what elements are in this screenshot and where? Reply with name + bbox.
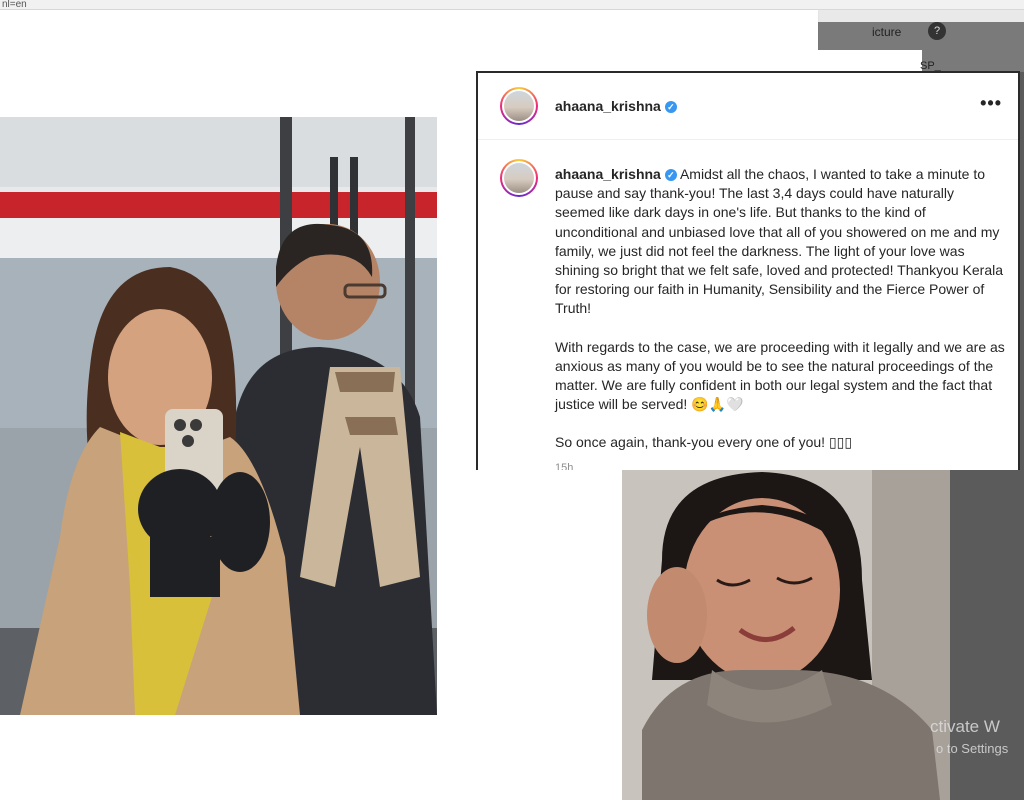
- portrait-illustration: [622, 470, 950, 800]
- more-horizontal-icon[interactable]: •••: [980, 93, 1002, 114]
- post-username-text[interactable]: ahaana_krishna: [555, 98, 661, 114]
- post-username[interactable]: ahaana_krishna ✓: [555, 98, 677, 114]
- background-strip: [0, 50, 816, 70]
- background-label: icture: [872, 25, 902, 39]
- watermark-line-2: o to Settings: [936, 741, 1009, 756]
- background-strip-right: [816, 50, 922, 72]
- instagram-post-card: ahaana_krishna ✓ ••• ahaana_krishna ✓ Amid…: [476, 71, 1020, 470]
- browser-url-strip[interactable]: nl=en: [0, 0, 1024, 10]
- url-text: nl=en: [2, 0, 27, 10]
- portrait-photo: [622, 470, 950, 800]
- caption-paragraph-2: With regards to the case, we are proceed…: [555, 338, 1005, 413]
- background-card: [0, 10, 818, 50]
- caption-paragraph-1: Amidst all the chaos, I wanted to take a…: [555, 166, 1004, 317]
- verified-badge-icon: ✓: [664, 169, 677, 181]
- caption-username[interactable]: ahaana_krishna: [555, 166, 661, 182]
- selfie-photo: [0, 117, 437, 715]
- activate-windows-watermark: ctivate W o to Settings: [930, 716, 1008, 760]
- profile-avatar[interactable]: [500, 87, 538, 125]
- caption-avatar[interactable]: [500, 159, 538, 197]
- post-caption: ahaana_krishna ✓ Amidst all the chaos, I …: [555, 165, 1005, 470]
- post-header: ahaana_krishna ✓ •••: [478, 73, 1018, 140]
- help-badge-icon[interactable]: ?: [928, 22, 946, 40]
- watermark-line-1: ctivate W: [930, 717, 1000, 736]
- selfie-illustration: [0, 117, 437, 715]
- verified-badge-icon: ✓: [664, 101, 677, 113]
- caption-paragraph-3: So once again, thank-you every one of yo…: [555, 434, 853, 451]
- post-timestamp[interactable]: 15h: [555, 462, 573, 470]
